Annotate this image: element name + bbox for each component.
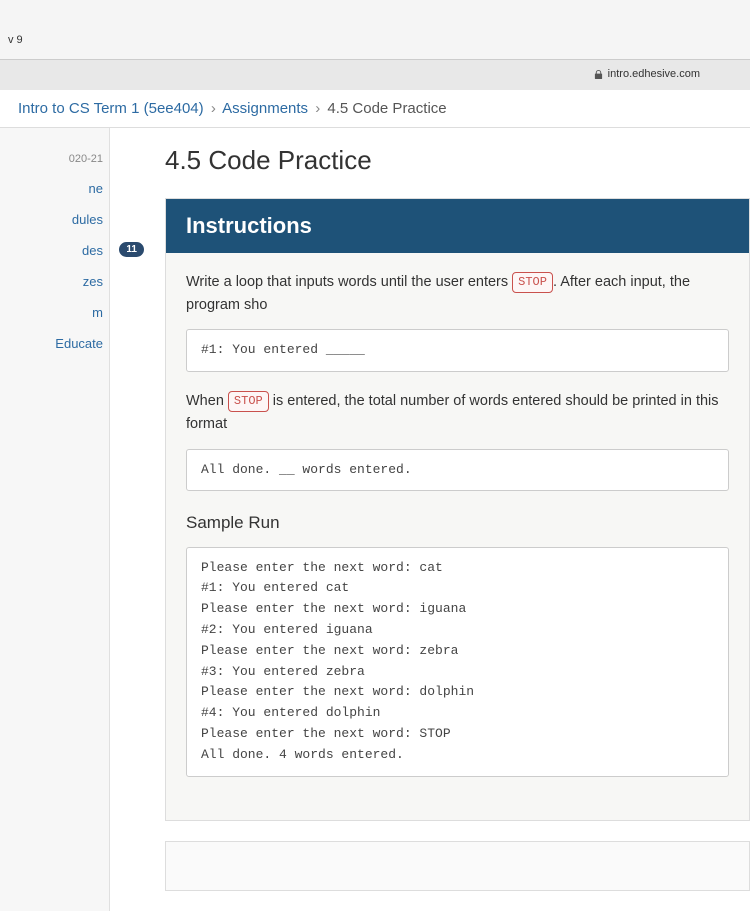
page-title: 4.5 Code Practice [165,145,750,176]
chevron-right-icon: › [315,100,320,117]
grades-count-badge: 11 [119,242,144,257]
sidebar-item-label: des [82,243,103,258]
sidebar-item-grades[interactable]: des 11 [0,235,109,266]
code-block-format2: All done. __ words entered. [186,449,729,492]
code-block-format1: #1: You entered _____ [186,329,729,372]
main-window: Intro to CS Term 1 (5ee404) › Assignment… [0,90,750,911]
sample-run-heading: Sample Run [186,509,729,536]
sidebar-item-label: m [92,305,103,320]
content-area: 4.5 Code Practice Instructions Write a l… [110,90,750,911]
instr-text: When [186,393,228,409]
instruction-line-1: Write a loop that inputs words until the… [186,271,729,317]
instructions-body: Write a loop that inputs words until the… [166,253,749,820]
instruction-line-2: When STOP is entered, the total number o… [186,390,729,436]
url-text: intro.edhesive.com [608,68,700,80]
sidebar: 020-21 ne dules des 11 zes m Educate [0,90,110,911]
sidebar-item-home[interactable]: ne [0,173,109,204]
breadcrumb-current: 4.5 Code Practice [327,100,446,117]
stop-badge: STOP [512,272,553,293]
lock-icon [594,70,603,79]
sidebar-item-modules[interactable]: dules [0,204,109,235]
browser-tab[interactable]: v 9 [0,30,31,50]
breadcrumb-course[interactable]: Intro to CS Term 1 (5ee404) [18,100,204,117]
breadcrumb: Intro to CS Term 1 (5ee404) › Assignment… [0,90,750,128]
sidebar-item-educate[interactable]: Educate [0,328,109,359]
instructions-header: Instructions [166,199,749,253]
chevron-right-icon: › [211,100,216,117]
stop-badge: STOP [228,391,269,412]
code-block-sample-run: Please enter the next word: cat #1: You … [186,547,729,777]
sidebar-item-m[interactable]: m [0,297,109,328]
sidebar-item-quizzes[interactable]: zes [0,266,109,297]
instructions-panel: Instructions Write a loop that inputs wo… [165,198,750,821]
sidebar-item-label: ne [89,181,103,196]
sidebar-item-label: zes [83,274,103,289]
url-bar[interactable]: intro.edhesive.com [594,68,700,80]
sidebar-term-label: 020-21 [0,145,109,173]
sidebar-item-label: dules [72,212,103,227]
browser-chrome: v 9 [0,0,750,60]
next-panel [165,841,750,891]
sidebar-item-label: Educate [55,336,103,351]
instr-text: Write a loop that inputs words until the… [186,274,512,290]
breadcrumb-section[interactable]: Assignments [222,100,308,117]
